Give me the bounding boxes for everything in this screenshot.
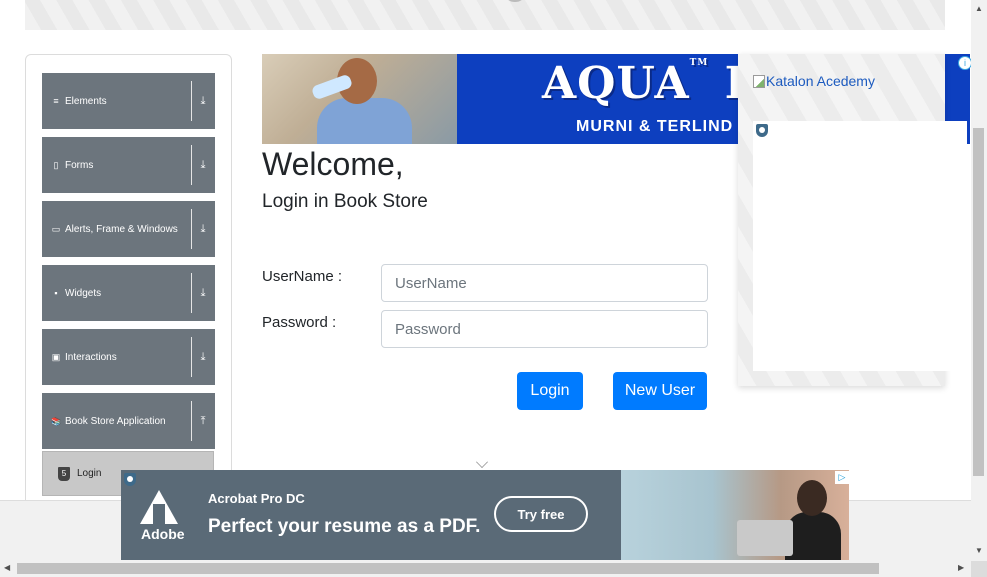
sidebar-item-label: Login: [77, 468, 102, 479]
scroll-up-arrow-icon[interactable]: ▲: [975, 4, 983, 13]
form-icon: ▯: [53, 159, 59, 170]
ad-slogan: MURNI & TERLIND: [576, 118, 734, 135]
trademark: TM: [689, 58, 709, 68]
ad-info-icon[interactable]: i: [958, 56, 971, 70]
privacy-shield-icon[interactable]: [124, 473, 136, 486]
new-user-button[interactable]: New User: [613, 372, 707, 410]
group-header-forms[interactable]: ▯ Forms ⤓: [42, 137, 215, 193]
expand-arrow-icon[interactable]: ⤓: [195, 265, 211, 321]
group-header-widgets[interactable]: ▪ Widgets ⤓: [42, 265, 215, 321]
group-header-interactions[interactable]: ▣ Interactions ⤓: [42, 329, 215, 385]
privacy-shield-icon[interactable]: [756, 124, 768, 137]
scroll-down-arrow-icon[interactable]: ▼: [975, 546, 983, 555]
window-icon: ▭: [51, 223, 61, 234]
widgets-icon: ▪: [54, 288, 58, 298]
interactions-icon: ▣: [51, 351, 61, 362]
expand-arrow-icon[interactable]: ⤓: [195, 329, 211, 385]
ad-photo: [621, 470, 849, 560]
divider: [191, 145, 192, 185]
horizontal-scroll-thumb[interactable]: [17, 563, 879, 574]
group-label: Alerts, Frame & Windows: [65, 223, 178, 235]
top-banner: [25, 0, 945, 30]
group-label: Forms: [65, 159, 94, 171]
chevron-down-icon[interactable]: [476, 456, 488, 468]
divider: [191, 81, 192, 121]
scroll-left-arrow-icon[interactable]: ◀: [4, 563, 10, 572]
ad-right[interactable]: [738, 54, 967, 386]
group-label: Widgets: [65, 287, 102, 299]
list-icon: ≡: [53, 96, 59, 106]
collapse-arrow-icon[interactable]: ⤒: [195, 393, 211, 449]
katalon-link-text: Katalon Acedemy: [766, 73, 875, 89]
password-input[interactable]: [381, 310, 708, 348]
group-header-book-store[interactable]: 📚 Book Store Application ⤒: [42, 393, 215, 449]
broken-image-icon: [753, 75, 765, 88]
laptop-shape: [737, 520, 793, 556]
adchoices-icon[interactable]: ▷: [835, 471, 849, 484]
divider: [191, 273, 192, 313]
username-input[interactable]: [381, 264, 708, 302]
person-shape: [785, 512, 841, 560]
divider: [191, 209, 192, 249]
ad-headline: Perfect your resume as a PDF.: [208, 516, 481, 537]
divider: [191, 337, 192, 377]
scroll-right-arrow-icon[interactable]: ▶: [958, 563, 964, 572]
vertical-scroll-thumb[interactable]: [973, 128, 984, 476]
adobe-logo-text: Adobe: [141, 526, 185, 542]
adobe-mark-icon: [140, 490, 178, 524]
page-viewport: ≡ Elements ⤓ ▯ Forms ⤓ ▭ Alerts, Frame &…: [0, 0, 971, 561]
left-panel: ≡ Elements ⤓ ▯ Forms ⤓ ▭ Alerts, Frame &…: [25, 54, 232, 524]
page-title: Welcome,: [262, 146, 404, 182]
scrollbar-corner: [971, 561, 987, 577]
group-label: Elements: [65, 95, 107, 107]
katalon-ad-link[interactable]: Katalon Acedemy: [753, 73, 875, 89]
divider: [191, 401, 192, 441]
page-subtitle: Login in Book Store: [262, 191, 428, 212]
ad-brand-text: AQUA: [542, 58, 690, 109]
vertical-scrollbar[interactable]: ▲ ▼: [971, 0, 987, 561]
group-header-alerts[interactable]: ▭ Alerts, Frame & Windows ⤓: [42, 201, 215, 257]
ad-banner-bottom[interactable]: Adobe Acrobat Pro DC Perfect your resume…: [121, 470, 849, 560]
password-label: Password :: [262, 314, 337, 331]
horizontal-scrollbar[interactable]: ◀ ▶: [0, 561, 971, 577]
login-button[interactable]: Login: [517, 372, 583, 410]
html5-icon: 5: [58, 466, 70, 481]
expand-arrow-icon[interactable]: ⤓: [195, 137, 211, 193]
person-shape: [317, 98, 412, 144]
group-header-elements[interactable]: ≡ Elements ⤓: [42, 73, 215, 129]
try-free-button[interactable]: Try free: [494, 496, 588, 532]
group-label: Interactions: [65, 351, 117, 363]
group-label: Book Store Application: [65, 415, 166, 427]
expand-arrow-icon[interactable]: ⤓: [195, 73, 211, 129]
expand-arrow-icon[interactable]: ⤓: [195, 201, 211, 257]
ad-product-name: Acrobat Pro DC: [208, 491, 305, 506]
site-logo[interactable]: [506, 0, 524, 2]
ad-right-content: [753, 121, 967, 371]
person-head-shape: [797, 480, 827, 516]
ad-photo: [262, 54, 457, 144]
book-icon: 📚: [51, 416, 61, 426]
username-label: UserName :: [262, 268, 343, 285]
